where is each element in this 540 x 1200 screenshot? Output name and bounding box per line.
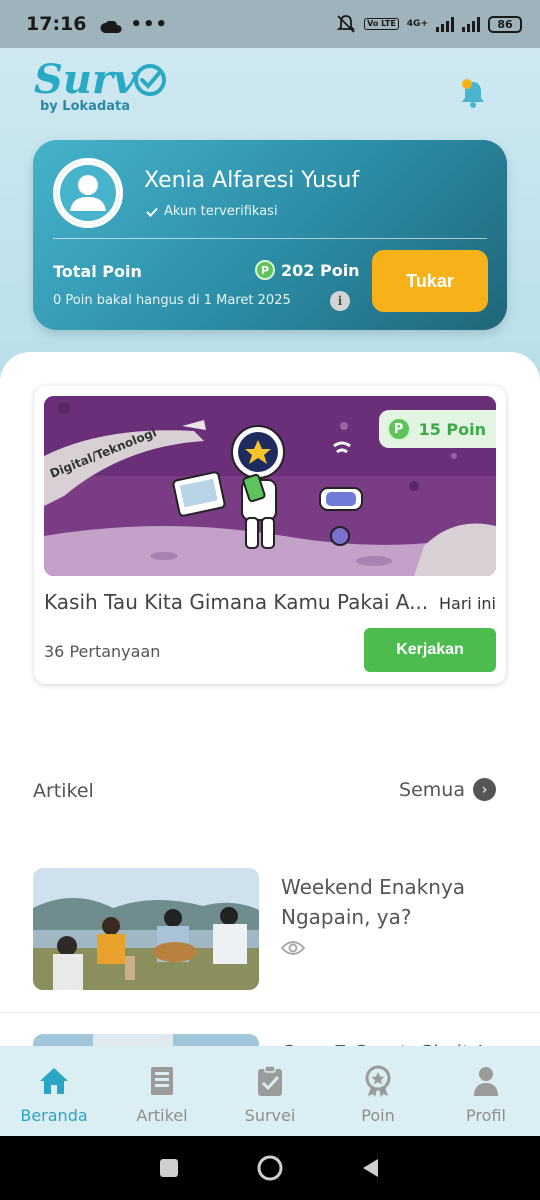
battery-icon: 86 <box>488 15 522 33</box>
check-icon <box>146 207 158 217</box>
system-navigation-bar <box>0 1136 540 1200</box>
verified-label: Akun terverifikasi <box>164 204 278 219</box>
article-title-line1: Weekend Enaknya <box>281 875 466 899</box>
volte-icon: Vo LTE <box>364 18 399 30</box>
bottom-navigation: Beranda Artikel Survei Poin Profil <box>0 1046 540 1136</box>
bell-muted-icon <box>336 15 356 33</box>
nav-label: Profil <box>466 1106 506 1125</box>
signal-icon <box>436 16 454 32</box>
article-icon <box>151 1067 173 1095</box>
redeem-button[interactable]: Tukar <box>372 250 488 312</box>
reward-value: 15 Poin <box>418 419 486 439</box>
survey-icon <box>258 1065 282 1096</box>
points-value: 202 Poin <box>281 260 360 280</box>
home-circle-icon[interactable] <box>256 1154 284 1182</box>
nav-item-beranda[interactable]: Beranda <box>0 1046 108 1136</box>
points-balance: P 202 Poin <box>255 260 360 280</box>
verified-status: Akun terverifikasi <box>146 204 278 219</box>
article-title: Weekend Enaknya Ngapain, ya? <box>281 872 465 932</box>
reward-badge: P 15 Poin <box>378 410 496 448</box>
nav-label: Survei <box>244 1106 296 1125</box>
eye-icon <box>281 941 305 955</box>
notification-bell-icon[interactable] <box>458 78 488 108</box>
total-points-label: Total Poin <box>53 262 142 281</box>
see-all-articles-link[interactable]: Semua › <box>399 778 496 801</box>
award-icon <box>365 1065 391 1097</box>
points-expiry-note: 0 Poin bakal hangus di 1 Maret 2025 <box>53 293 291 308</box>
app-logo: Surv by Lokadata <box>34 56 168 114</box>
card-divider <box>53 238 487 239</box>
avatar[interactable] <box>53 158 123 228</box>
nav-label: Artikel <box>136 1106 188 1125</box>
article-item[interactable]: Weekend Enaknya Ngapain, ya? <box>33 868 507 990</box>
survey-title[interactable]: Kasih Tau Kita Gimana Kamu Pakai A... <box>44 590 439 614</box>
user-avatar-icon <box>56 161 120 225</box>
nav-item-survei[interactable]: Survei <box>216 1046 324 1136</box>
point-coin-icon: P <box>386 417 411 441</box>
nav-label: Beranda <box>20 1106 88 1125</box>
recents-icon[interactable] <box>158 1157 180 1179</box>
article-thumbnail <box>33 868 259 990</box>
user-name: Xenia Alfaresi Yusuf <box>144 168 360 193</box>
cloud-icon <box>100 18 123 33</box>
more-notifications-icon: ••• <box>130 13 168 35</box>
nav-item-profil[interactable]: Profil <box>432 1046 540 1136</box>
see-all-label: Semua <box>399 778 465 801</box>
article-divider <box>0 1012 540 1013</box>
point-coin-icon: P <box>255 260 275 280</box>
check-circle-icon <box>134 63 167 96</box>
info-icon[interactable]: i <box>330 291 350 311</box>
home-icon <box>40 1068 68 1094</box>
articles-heading: Artikel <box>33 780 94 802</box>
status-time: 17:16 <box>26 13 87 35</box>
nav-label: Poin <box>361 1106 395 1125</box>
back-icon[interactable] <box>360 1157 382 1179</box>
chevron-right-icon: › <box>473 778 496 801</box>
article-title-line2: Ngapain, ya? <box>281 905 412 929</box>
survey-date: Hari ini <box>439 594 496 613</box>
survey-banner-illustration: Digital/Teknologi P 15 Poin <box>44 396 496 576</box>
question-count: 36 Pertanyaan <box>44 642 161 661</box>
person-icon <box>474 1067 498 1096</box>
signal-icon-2 <box>462 16 480 32</box>
status-bar: 17:16 ••• Vo LTE 4G+ 86 <box>0 0 540 48</box>
nav-item-poin[interactable]: Poin <box>324 1046 432 1136</box>
start-survey-button[interactable]: Kerjakan <box>364 628 496 672</box>
profile-card: Xenia Alfaresi Yusuf Akun terverifikasi … <box>33 140 507 330</box>
logo-text: Surv <box>34 56 137 103</box>
survey-card[interactable]: Digital/Teknologi P 15 Poin Kasih Tau Ki… <box>34 386 506 684</box>
content-sheet: Digital/Teknologi P 15 Poin Kasih Tau Ki… <box>0 352 540 1156</box>
logo-tagline: by Lokadata <box>40 99 131 114</box>
nav-item-artikel[interactable]: Artikel <box>108 1046 216 1136</box>
network-type: 4G+ <box>406 19 428 29</box>
